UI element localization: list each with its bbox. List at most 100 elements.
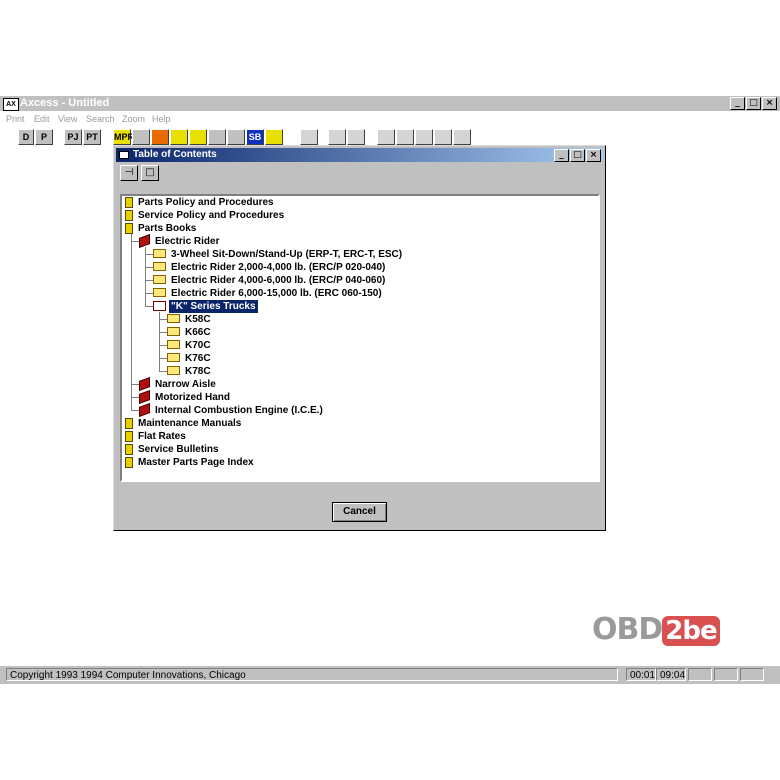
- tree-connector: [131, 234, 132, 411]
- menu-view[interactable]: View: [58, 114, 77, 124]
- tree-node[interactable]: Electric Rider 4,000-6,000 lb. (ERC/P 04…: [153, 274, 387, 287]
- clock-icon[interactable]: [170, 129, 188, 145]
- tree-node-label: K78C: [185, 366, 211, 377]
- calendar-icon[interactable]: [189, 129, 207, 145]
- title-bar[interactable]: AX Axcess - Untitled _ □ ×: [0, 96, 780, 111]
- tree-node[interactable]: Narrow Aisle: [139, 376, 218, 392]
- zoom-out-icon[interactable]: [347, 129, 365, 145]
- dialog-minimize-button[interactable]: _: [554, 149, 569, 162]
- tree-node-label: Maintenance Manuals: [138, 418, 242, 429]
- tree-node[interactable]: K70C: [167, 339, 213, 352]
- dialog-toolbar: ⊣ □: [120, 165, 159, 181]
- tree-connector: [145, 254, 153, 255]
- tree-node[interactable]: K78C: [167, 365, 213, 378]
- page-icon[interactable]: [434, 129, 452, 145]
- print-button[interactable]: P: [35, 129, 53, 145]
- folder-icon: [153, 249, 166, 258]
- menu-edit[interactable]: Edit: [34, 114, 50, 124]
- book-icon: [125, 223, 133, 234]
- bookmark-icon[interactable]: [300, 129, 318, 145]
- contents-tree[interactable]: Parts Policy and Procedures Service Polic…: [120, 194, 600, 482]
- menu-zoom[interactable]: Zoom: [122, 114, 145, 124]
- tree-node[interactable]: K66C: [167, 326, 213, 339]
- tree-node[interactable]: Electric Rider 2,000-4,000 lb. (ERC/P 02…: [153, 261, 387, 274]
- document-icon[interactable]: □: [141, 165, 159, 181]
- tree-node-label: Electric Rider: [155, 236, 220, 247]
- tree-node-label: Flat Rates: [138, 431, 186, 442]
- tree-node-label: 3-Wheel Sit-Down/Stand-Up (ERP-T, ERC-T,…: [171, 249, 403, 260]
- book-icon: [125, 457, 133, 468]
- new-document-button[interactable]: D: [18, 129, 34, 145]
- watermark-left: OBD: [592, 612, 663, 647]
- minimize-button[interactable]: _: [730, 97, 745, 110]
- tree-node[interactable]: Master Parts Page Index: [125, 456, 256, 469]
- warning-icon[interactable]: [227, 129, 245, 145]
- tree-node-label: Motorized Hand: [155, 392, 230, 403]
- tree-node[interactable]: Motorized Hand: [139, 389, 232, 405]
- tree-node[interactable]: K58C: [167, 313, 213, 326]
- menu-help[interactable]: Help: [152, 114, 171, 124]
- tree-node-label: K66C: [185, 327, 211, 338]
- folder-icon: [167, 366, 180, 375]
- maximize-button[interactable]: □: [746, 97, 761, 110]
- app-icon[interactable]: AX: [3, 98, 19, 111]
- zoom-in-icon[interactable]: [328, 129, 346, 145]
- tree-node[interactable]: Flat Rates: [125, 430, 188, 443]
- tree-connector: [131, 410, 139, 411]
- dialog-close-button[interactable]: ×: [586, 149, 601, 162]
- tools-icon[interactable]: [265, 129, 283, 145]
- tree-node[interactable]: Electric Rider: [139, 233, 221, 249]
- folder-icon: [167, 353, 180, 362]
- book-icon: [125, 210, 133, 221]
- tree-node[interactable]: Internal Combustion Engine (I.C.E.): [139, 402, 325, 418]
- cancel-button[interactable]: Cancel: [332, 502, 387, 522]
- status-pane-empty-2: [714, 668, 738, 681]
- forward-arrow-icon[interactable]: [396, 129, 414, 145]
- dialog-maximize-button[interactable]: □: [570, 149, 585, 162]
- page-jump-button[interactable]: PJ: [64, 129, 82, 145]
- service-bulletin-button[interactable]: SB: [246, 129, 264, 145]
- columns-icon[interactable]: [415, 129, 433, 145]
- tree-node[interactable]: K76C: [167, 352, 213, 365]
- copyright-status: Copyright 1993 1994 Computer Innovations…: [6, 668, 618, 681]
- tree-connector: [159, 332, 167, 333]
- tree-connector: [131, 241, 139, 242]
- pencil-icon[interactable]: [208, 129, 226, 145]
- tree-node[interactable]: Service Bulletins: [125, 443, 221, 456]
- back-arrow-icon[interactable]: [377, 129, 395, 145]
- tree-node[interactable]: Parts Books: [125, 222, 198, 235]
- tree-connector: [145, 280, 153, 281]
- chart-icon[interactable]: [151, 129, 169, 145]
- clip-icon[interactable]: [453, 129, 471, 145]
- status-pane-empty-1: [688, 668, 712, 681]
- tree-node-label: Electric Rider 2,000-4,000 lb. (ERC/P 02…: [171, 262, 386, 273]
- home-icon[interactable]: [132, 129, 150, 145]
- tree-node-label: Electric Rider 6,000-15,000 lb. (ERC 060…: [171, 288, 382, 299]
- close-button[interactable]: ×: [762, 97, 777, 110]
- tree-node[interactable]: Electric Rider 6,000-15,000 lb. (ERC 060…: [153, 287, 384, 300]
- table-of-contents-dialog: Table of Contents _ □ × ⊣ □ Parts Policy…: [113, 145, 606, 531]
- menu-search[interactable]: Search: [86, 114, 115, 124]
- tree-node[interactable]: Parts Policy and Procedures: [125, 196, 276, 209]
- tree-node-label: "K" Series Trucks: [169, 300, 258, 313]
- tree-connector: [145, 267, 153, 268]
- menu-print[interactable]: Print: [6, 114, 25, 124]
- folder-icon: [167, 327, 180, 336]
- tree-connector: [159, 345, 167, 346]
- time-elapsed: 00:01: [626, 668, 656, 681]
- folder-icon: [153, 288, 166, 297]
- tree-node[interactable]: Maintenance Manuals: [125, 417, 243, 430]
- tree-connector: [145, 306, 153, 307]
- pin-icon[interactable]: ⊣: [120, 165, 138, 181]
- tree-node[interactable]: Service Policy and Procedures: [125, 209, 286, 222]
- dialog-title: Table of Contents: [133, 149, 217, 160]
- page-top-button[interactable]: PT: [83, 129, 101, 145]
- watermark-logo: OBD 2be: [592, 612, 720, 647]
- status-bar: Copyright 1993 1994 Computer Innovations…: [0, 666, 780, 684]
- tree-node[interactable]: 3-Wheel Sit-Down/Stand-Up (ERP-T, ERC-T,…: [153, 248, 404, 261]
- folder-icon: [153, 275, 166, 284]
- tree-node[interactable]: "K" Series Trucks: [153, 300, 258, 313]
- folder-icon: [167, 340, 180, 349]
- mpr-button[interactable]: MPR: [113, 129, 134, 145]
- dialog-title-bar[interactable]: Table of Contents _ □ ×: [116, 148, 603, 162]
